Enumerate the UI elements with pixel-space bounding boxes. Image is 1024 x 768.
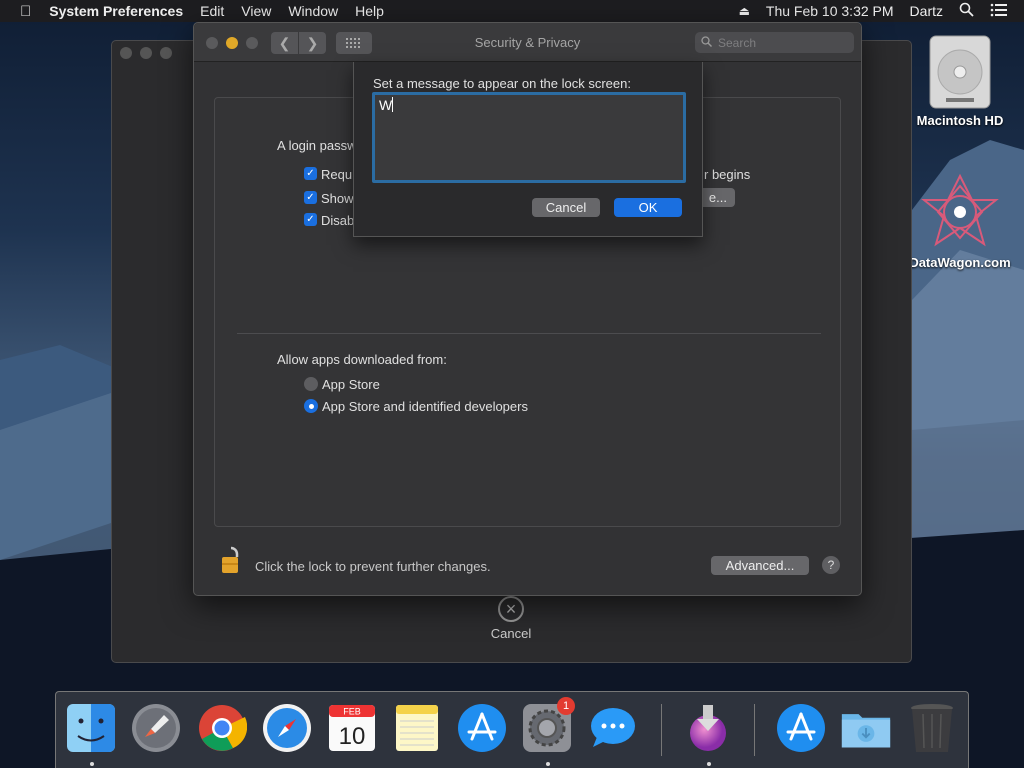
dock-system-preferences[interactable]: 1 [521, 697, 575, 754]
minimize-button-inactive[interactable] [140, 47, 152, 59]
search-field[interactable]: Search [695, 32, 854, 53]
dock-app-store-folder[interactable] [775, 702, 827, 754]
apple-menu-icon[interactable]:  [20, 3, 31, 20]
svg-text:10: 10 [339, 723, 366, 750]
close-button-inactive[interactable] [120, 47, 132, 59]
launchpad-icon [132, 704, 180, 752]
desktop-icon-label: DataWagon.com [909, 255, 1011, 270]
sheet-cancel-button[interactable]: Cancel [532, 198, 600, 217]
dock: FEB 10 1 [55, 691, 969, 768]
allow-apps-label: Allow apps downloaded from: [277, 352, 447, 367]
zoom-button-inactive[interactable] [160, 47, 172, 59]
app-store-identified-option-label: App Store and identified developers [322, 399, 528, 414]
advanced-button[interactable]: Advanced... [711, 556, 809, 575]
desktop-icon-label: Macintosh HD [916, 113, 1004, 128]
notification-center-icon[interactable] [990, 3, 1008, 20]
app-store-icon [777, 704, 825, 752]
lock-message-prompt: Set a message to appear on the lock scre… [373, 76, 631, 91]
dock-separator [661, 704, 662, 756]
back-cancel-label: Cancel [490, 626, 532, 641]
help-button[interactable]: ? [822, 556, 840, 574]
require-password-checkbox[interactable]: ✓ [304, 167, 317, 180]
running-indicator [707, 762, 711, 766]
search-placeholder: Search [718, 35, 757, 50]
text-cursor [392, 97, 394, 112]
disable-auto-login-label: Disab [321, 213, 355, 228]
dock-messages[interactable] [586, 702, 638, 754]
menu-help[interactable]: Help [355, 3, 384, 19]
dock-trash[interactable] [906, 702, 958, 754]
lock-message-textarea[interactable]: W [372, 92, 686, 183]
dock-downloads[interactable] [840, 702, 892, 754]
lock-status-text: Click the lock to prevent further change… [255, 559, 491, 574]
search-icon [701, 35, 712, 50]
lock-message-text: W [379, 97, 393, 113]
dock-safari[interactable] [261, 702, 313, 754]
menu-user[interactable]: Dartz [910, 3, 943, 19]
menu-edit[interactable]: Edit [200, 3, 224, 19]
datawagon-logo-icon [921, 173, 999, 247]
desktop-icon-datawagon[interactable]: DataWagon.com [904, 172, 1016, 270]
menu-bar:  System Preferences Edit View Window He… [0, 0, 1024, 22]
trash-icon [911, 704, 953, 752]
dock-app-store[interactable] [456, 702, 508, 754]
app-store-icon [458, 704, 506, 752]
dock-separator [754, 704, 755, 756]
spotlight-search-icon[interactable] [959, 2, 974, 20]
lock-icon[interactable] [220, 545, 242, 580]
dock-notes[interactable] [391, 702, 443, 754]
messages-icon [591, 708, 635, 747]
safari-icon [263, 704, 311, 752]
hard-drive-icon [929, 35, 991, 109]
dock-finder[interactable] [65, 702, 117, 754]
menu-clock[interactable]: Thu Feb 10 3:32 PM [766, 3, 894, 19]
dock-installer[interactable] [682, 702, 734, 754]
desktop-icon-macintosh-hd[interactable]: Macintosh HD [912, 34, 1008, 128]
require-password-label: Requi [321, 167, 355, 182]
app-store-option-label: App Store [322, 377, 380, 392]
window-titlebar: ❮ ❯ Security & Privacy Search [194, 23, 861, 62]
menu-view[interactable]: View [241, 3, 271, 19]
eject-icon[interactable]: ⏏ [739, 4, 750, 18]
running-indicator [90, 762, 94, 766]
finder-icon [67, 704, 115, 752]
downloads-folder-icon [841, 714, 891, 748]
login-password-label: A login passw [277, 138, 357, 153]
running-indicator [546, 762, 550, 766]
lock-message-sheet: Set a message to appear on the lock scre… [353, 62, 703, 237]
dock-chrome[interactable] [196, 702, 248, 754]
show-message-label: Show [321, 191, 354, 206]
menu-window[interactable]: Window [288, 3, 338, 19]
back-cancel-button[interactable]: × Cancel [481, 596, 541, 641]
notification-badge: 1 [557, 697, 575, 715]
require-password-label-end: r begins [704, 167, 751, 182]
chrome-icon [199, 705, 247, 751]
dock-calendar[interactable]: FEB 10 [326, 702, 378, 754]
calendar-icon: FEB 10 [329, 705, 375, 751]
section-divider [237, 333, 821, 334]
svg-text:FEB: FEB [343, 707, 361, 717]
app-store-radio[interactable] [304, 377, 318, 391]
menu-app-name[interactable]: System Preferences [49, 3, 183, 19]
disable-auto-login-checkbox[interactable]: ✓ [304, 213, 317, 226]
dock-launchpad[interactable] [130, 702, 182, 754]
installer-icon [690, 705, 726, 751]
sheet-ok-button[interactable]: OK [614, 198, 682, 217]
notes-icon [396, 705, 438, 751]
show-message-checkbox[interactable]: ✓ [304, 191, 317, 204]
app-store-identified-radio[interactable] [304, 399, 318, 413]
close-x-icon: × [498, 596, 524, 622]
